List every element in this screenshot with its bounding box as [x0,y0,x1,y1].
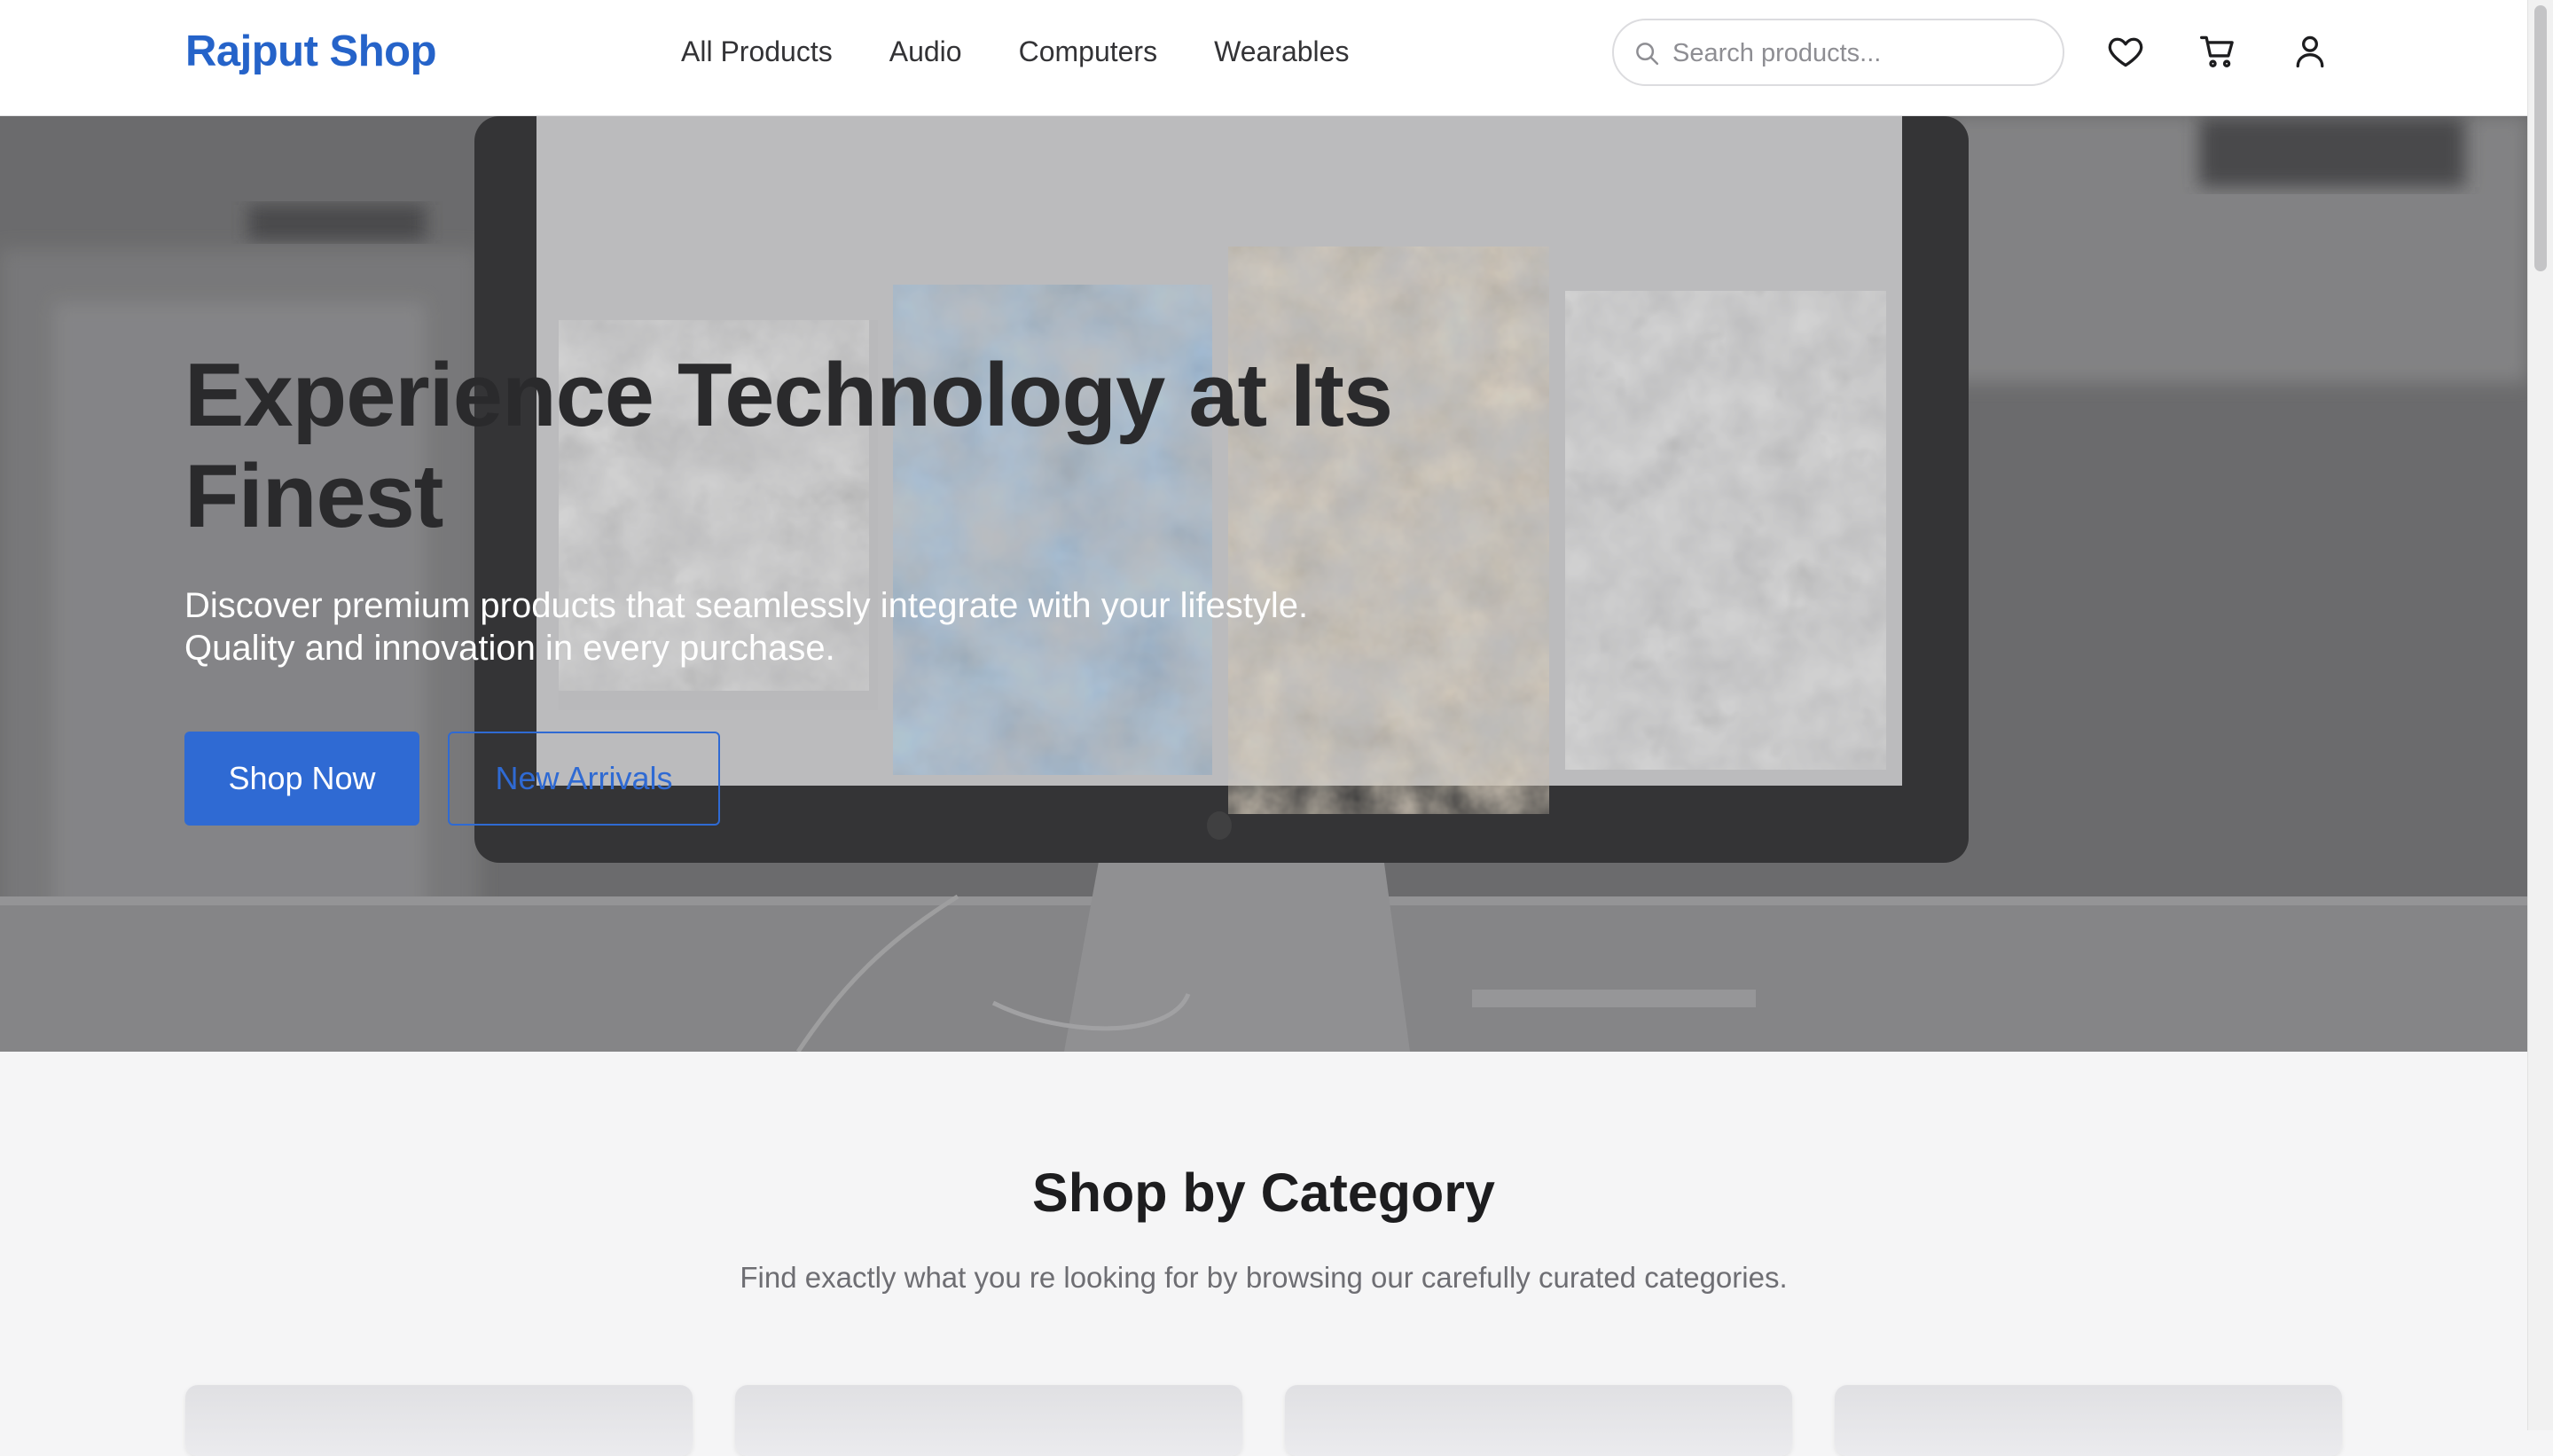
nav-all-products[interactable]: All Products [681,35,833,68]
site-logo[interactable]: Rajput Shop [185,27,437,76]
heart-icon[interactable] [2106,32,2145,71]
nav-computers[interactable]: Computers [1019,35,1158,68]
category-card[interactable] [735,1385,1242,1456]
site-header: Rajput Shop All Products Audio Computers… [0,0,2527,116]
hero-subtitle: Discover premium products that seamlessl… [184,584,1426,669]
category-card[interactable] [1285,1385,1792,1456]
main-nav: All Products Audio Computers Wearables [681,35,1349,68]
search-box[interactable] [1612,19,2064,86]
cart-icon[interactable] [2198,32,2237,71]
shop-now-button[interactable]: Shop Now [184,732,419,826]
user-icon[interactable] [2291,32,2330,71]
hero-title: Experience Technology at Its Finest [184,346,1393,546]
new-arrivals-button[interactable]: New Arrivals [448,732,720,826]
category-card[interactable] [185,1385,693,1456]
hero-subtitle-line1: Discover premium products that seamlessl… [184,586,1309,625]
nav-wearables[interactable]: Wearables [1214,35,1349,68]
category-card[interactable] [1835,1385,2342,1456]
hero-subtitle-line2: Quality and innovation in every purchase… [184,629,835,668]
page-scrollbar[interactable] [2527,0,2553,1430]
nav-audio[interactable]: Audio [889,35,962,68]
scrollbar-thumb[interactable] [2534,5,2547,271]
search-input[interactable] [1671,33,2047,74]
category-section-title: Shop by Category [1032,1162,1495,1223]
category-section-subtitle: Find exactly what you re looking for by … [740,1261,1788,1294]
hero-banner: Experience Technology at Its Finest Disc… [0,116,2527,1052]
search-icon [1636,43,1659,66]
